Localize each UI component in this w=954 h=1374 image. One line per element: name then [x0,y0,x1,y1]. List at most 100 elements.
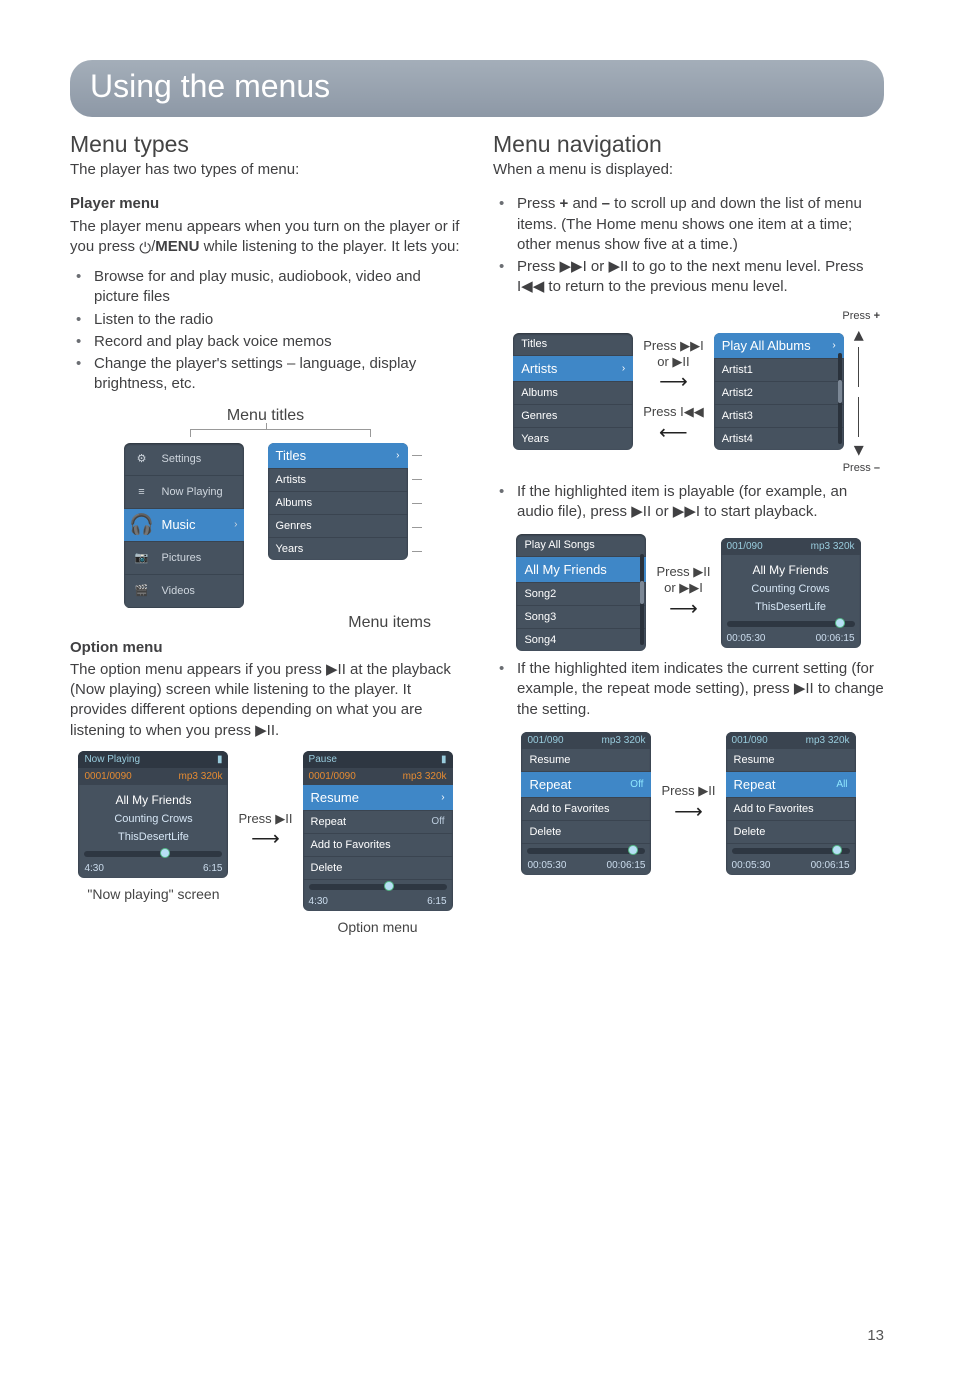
next-icon: ▶▶I [560,258,587,275]
item-label: Years [276,543,304,555]
item-label: Delete [529,826,561,838]
banner-title: Using the menus [90,68,864,105]
player-menu-desc: The player menu appears when you turn on… [70,217,461,260]
track-counter: 001/090 [527,735,563,746]
status-title: Now Playing [84,754,140,765]
item-label: Now Playing [162,486,223,498]
list-item: Song2 [516,583,646,606]
list-item: Genres [513,405,633,428]
album-name: ThisDesertLife [725,601,857,613]
list-item: Artist2 [714,382,844,405]
item-label: Play All Albums [722,338,811,353]
nav-left-screen: Titles Artists› Albums Genres Years [513,333,633,450]
list-item: Resume [521,749,651,772]
left-column: Menu types The player has two types of m… [70,131,461,941]
time-elapsed: 00:05:30 [727,633,766,644]
camera-icon: 📷 [130,546,154,570]
page-number: 13 [867,1327,884,1344]
time-elapsed: 00:05:30 [732,860,771,871]
bitrate: mp3 320k [179,771,223,782]
press-play-label: Press ▶II [661,783,715,799]
item-label: Add to Favorites [311,839,391,851]
press-plus-label: Press + [493,310,884,322]
item-label: Repeat [311,816,346,828]
press-next-label: Press ▶▶Ior ▶II [643,338,703,369]
figure-nav-levels: Press + Titles Artists› Albums Genres Ye… [493,310,884,474]
album-name: ThisDesertLife [82,831,224,843]
artist-name: Counting Crows [82,813,224,825]
prev-icon: I◀◀ [517,278,544,295]
item-label: Repeat [529,777,571,792]
list-item: RepeatOff [303,811,453,834]
song-title: All My Friends [82,793,224,807]
chevron-right-icon: › [234,519,237,530]
scrollbar [640,554,644,645]
bullet: Press + and – to scroll up and down the … [493,194,884,255]
list-item: Play All Songs [516,534,646,557]
bitrate: mp3 320k [403,771,447,782]
list-item: Delete [726,821,856,844]
option-menu-desc: The option menu appears if you press ▶II… [70,660,461,741]
item-label: Pictures [162,552,202,564]
item-label: Resume [734,754,775,766]
track-counter: 0001/0090 [84,771,131,782]
figure-option-menu: Now Playing▮ 0001/0090mp3 320k All My Fr… [70,751,461,935]
chevron-right-icon: › [622,363,625,374]
fig-caption-option: Option menu [303,919,453,935]
item-label: Music [162,517,196,532]
item-label: Resume [311,790,359,805]
time-total: 00:06:15 [607,860,646,871]
chevron-right-icon: › [441,792,444,803]
progress-bar [84,851,222,857]
bullet: Browse for and play music, audiobook, vi… [70,267,461,308]
arrow-right-icon: ⟶ [656,596,710,621]
list-item: Artist1 [714,359,844,382]
item-label: Repeat [734,777,776,792]
track-counter: 0001/0090 [309,771,356,782]
nowplaying-icon: ≡ [130,480,154,504]
bitrate: mp3 320k [811,541,855,552]
list-item: Years [268,538,408,560]
bullet: Record and play back voice memos [70,332,461,352]
item-label: Genres [521,410,557,422]
item-label: Delete [734,826,766,838]
item-label: Delete [311,862,343,874]
time-elapsed: 4:30 [84,863,103,874]
figure-change-setting: 001/090 mp3 320k Resume RepeatOff Add to … [493,732,884,875]
item-label: Add to Favorites [529,803,609,815]
item-label: Play All Songs [524,539,594,551]
item-label: All My Friends [524,562,606,577]
scroll-arrows: ▴ ▾ [854,322,864,462]
gear-icon: ⚙ [130,447,154,471]
list-item: Add to Favorites [726,798,856,821]
time-elapsed: 4:30 [309,896,328,907]
figure-start-playback: Play All Songs All My Friends Song2 Song… [493,534,884,651]
option-menu-screen: Pause▮ 0001/0090mp3 320k Resume› RepeatO… [303,751,453,911]
list-item-selected: RepeatOff [521,772,651,798]
fig-caption-nowplaying: "Now playing" screen [78,886,228,902]
chevron-right-icon: › [832,340,835,351]
item-label: Artist2 [722,387,753,399]
bullet: Listen to the radio [70,310,461,330]
list-item: 🎬 Videos [124,575,244,608]
bitrate: mp3 320k [806,735,850,746]
bullet: If the highlighted item indicates the cu… [493,659,884,720]
songs-screen: Play All Songs All My Friends Song2 Song… [516,534,646,651]
list-item: Albums [513,382,633,405]
list-item: Genres [268,515,408,538]
bullet: Change the player's settings – language,… [70,354,461,395]
lead-text: The player has two types of menu: [70,160,461,180]
arrow-right-icon: ⟶ [661,799,715,824]
item-label: Song4 [524,634,556,646]
press-prev-label: Press I◀◀ [643,404,703,420]
item-value: All [836,779,847,790]
music-menu-screen: Titles› Artists Albums Genres Years [268,443,408,560]
fig-caption-items: Menu items [70,614,461,632]
option-menu-screen-all: 001/090 mp3 320k Resume Repeat All Add to … [726,732,856,875]
press-play-label: Press ▶II [238,811,292,827]
list-item: Artists [268,469,408,492]
list-item: Resume [726,749,856,772]
list-item: Song3 [516,606,646,629]
list-item: ≡ Now Playing [124,476,244,509]
track-counter: 001/090 [732,735,768,746]
